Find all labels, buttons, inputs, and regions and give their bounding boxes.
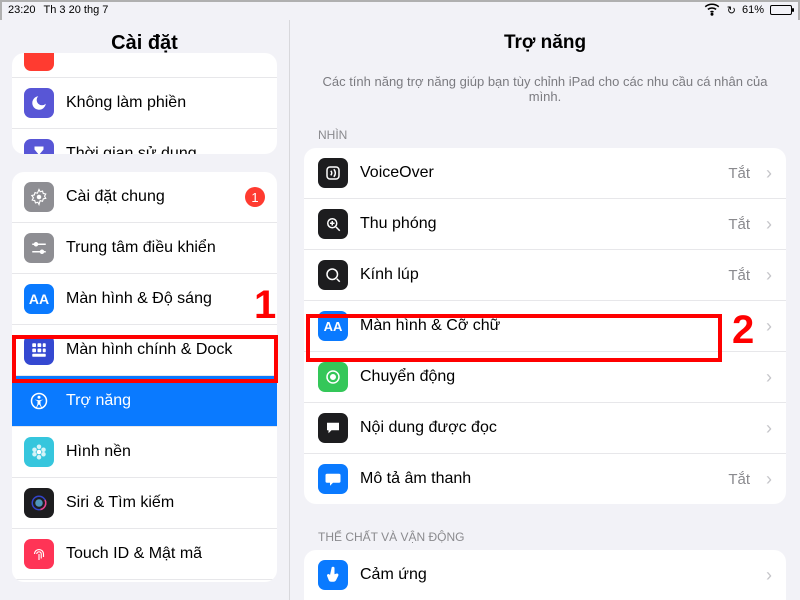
sidebar-item-label: Thời gian sử dụng (66, 145, 197, 154)
siri-icon (24, 488, 54, 518)
chevron-right-icon: › (766, 367, 772, 388)
sidebar-item-display[interactable]: AA Màn hình & Độ sáng (12, 273, 277, 324)
row-label: Màn hình & Cỡ chữ (360, 317, 750, 335)
speech-icon (318, 413, 348, 443)
settings-sidebar: Cài đặt Không làm phiền Thời gian sử dụn… (0, 20, 290, 600)
red-app-icon (24, 53, 54, 71)
sidebar-item-dnd[interactable]: Không làm phiền (12, 77, 277, 128)
audio-desc-icon (318, 464, 348, 494)
sidebar-item-label: Hình nền (66, 443, 131, 461)
sidebar-item-label: Touch ID & Mật mã (66, 545, 202, 563)
sidebar-item-touchid[interactable]: Touch ID & Mật mã (12, 528, 277, 579)
notification-badge: 1 (245, 187, 265, 207)
annotation-number-1: 1 (254, 283, 276, 328)
wifi-icon (703, 0, 721, 21)
text-size-icon: AA (318, 311, 348, 341)
chevron-right-icon: › (766, 316, 772, 337)
chevron-right-icon: › (766, 418, 772, 439)
list-physical: Cảm ứng › Điều khiển công tắc Tắt › Khẩu… (304, 550, 786, 600)
chevron-right-icon: › (766, 469, 772, 490)
row-label: Chuyển động (360, 368, 750, 386)
row-motion[interactable]: Chuyển động › (304, 351, 786, 402)
grid-icon (24, 335, 54, 365)
accessibility-icon (24, 386, 54, 416)
list-vision: VoiceOver Tắt › Thu phóng Tắt › Kính lúp… (304, 148, 786, 504)
chevron-right-icon: › (766, 565, 772, 586)
row-display-text[interactable]: AA Màn hình & Cỡ chữ › (304, 300, 786, 351)
detail-title: Trợ năng (290, 20, 800, 62)
touch-icon (318, 560, 348, 590)
sidebar-group-1: Không làm phiền Thời gian sử dụng (12, 53, 277, 154)
row-label: Mô tả âm thanh (360, 470, 716, 488)
battery-percent: 61% (742, 4, 764, 16)
text-size-icon: AA (24, 284, 54, 314)
row-status: Tắt (728, 216, 750, 233)
status-date: Th 3 20 thg 7 (44, 4, 109, 16)
sidebar-item-unknown-top[interactable] (12, 53, 277, 77)
magnifier-icon (318, 260, 348, 290)
sidebar-item-battery[interactable]: Pin (12, 579, 277, 582)
chevron-right-icon: › (766, 265, 772, 286)
status-bar: 23:20 Th 3 20 thg 7 ↻ 61% (0, 0, 800, 20)
sidebar-item-wallpaper[interactable]: Hình nền (12, 426, 277, 477)
sidebar-item-label: Cài đặt chung (66, 188, 165, 206)
row-label: VoiceOver (360, 164, 716, 182)
gear-icon (24, 182, 54, 212)
chevron-right-icon: › (766, 214, 772, 235)
sidebar-item-siri[interactable]: Siri & Tìm kiếm (12, 477, 277, 528)
sidebar-item-accessibility[interactable]: Trợ năng (12, 375, 277, 426)
row-voiceover[interactable]: VoiceOver Tắt › (304, 148, 786, 198)
row-label: Kính lúp (360, 266, 716, 284)
row-spoken-content[interactable]: Nội dung được đọc › (304, 402, 786, 453)
row-zoom[interactable]: Thu phóng Tắt › (304, 198, 786, 249)
detail-pane: Trợ năng Các tính năng trợ năng giúp bạn… (290, 20, 800, 600)
sidebar-item-home-dock[interactable]: Màn hình chính & Dock (12, 324, 277, 375)
status-time: 23:20 (8, 4, 36, 16)
voiceover-icon (318, 158, 348, 188)
sidebar-item-general[interactable]: Cài đặt chung 1 (12, 172, 277, 222)
hourglass-icon (24, 139, 54, 154)
sidebar-group-2: Cài đặt chung 1 Trung tâm điều khiển AA … (12, 172, 277, 582)
sidebar-item-screen-time[interactable]: Thời gian sử dụng (12, 128, 277, 154)
sidebar-item-control-center[interactable]: Trung tâm điều khiển (12, 222, 277, 273)
annotation-number-2: 2 (732, 308, 754, 353)
row-audio-desc[interactable]: Mô tả âm thanh Tắt › (304, 453, 786, 504)
motion-icon (318, 362, 348, 392)
row-touch[interactable]: Cảm ứng › (304, 550, 786, 600)
sliders-icon (24, 233, 54, 263)
rotation-lock-icon: ↻ (727, 4, 736, 17)
sidebar-item-label: Không làm phiền (66, 94, 186, 112)
row-label: Cảm ứng (360, 566, 750, 584)
sidebar-item-label: Trung tâm điều khiển (66, 239, 216, 257)
sidebar-item-label: Màn hình & Độ sáng (66, 290, 212, 308)
detail-helper-text: Các tính năng trợ năng giúp bạn tùy chỉn… (290, 62, 800, 128)
row-magnifier[interactable]: Kính lúp Tắt › (304, 249, 786, 300)
section-header-physical: THỂ CHẤT VÀ VẬN ĐỘNG (290, 530, 800, 550)
section-header-vision: NHÌN (290, 128, 800, 148)
zoom-icon (318, 209, 348, 239)
battery-icon (770, 5, 792, 15)
moon-icon (24, 88, 54, 118)
fingerprint-icon (24, 539, 54, 569)
row-status: Tắt (728, 165, 750, 182)
flower-icon (24, 437, 54, 467)
row-status: Tắt (728, 471, 750, 488)
sidebar-item-label: Siri & Tìm kiếm (66, 494, 174, 512)
chevron-right-icon: › (766, 163, 772, 184)
sidebar-item-label: Trợ năng (66, 392, 131, 410)
row-label: Nội dung được đọc (360, 419, 750, 437)
sidebar-item-label: Màn hình chính & Dock (66, 341, 232, 359)
row-status: Tắt (728, 267, 750, 284)
row-label: Thu phóng (360, 215, 716, 233)
